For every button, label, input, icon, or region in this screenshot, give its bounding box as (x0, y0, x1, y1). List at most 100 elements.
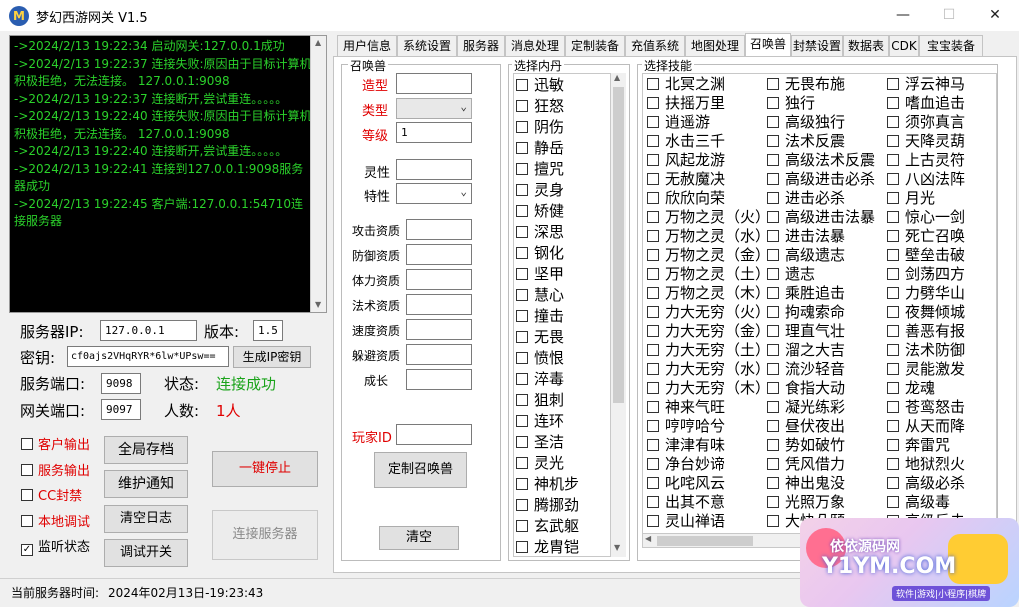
option-2[interactable]: CC封禁 (21, 485, 82, 504)
checkbox-icon[interactable] (516, 121, 528, 133)
skill-item[interactable]: 万物之灵（金） (647, 246, 770, 265)
checkbox-icon[interactable] (647, 477, 659, 489)
skill-item[interactable]: 津津有味 (647, 436, 765, 455)
checkbox-icon[interactable] (767, 496, 779, 508)
checkbox-icon[interactable] (516, 289, 528, 301)
checkbox-icon[interactable] (767, 154, 779, 166)
inner-dan-item[interactable]: 愤恨 (516, 348, 610, 369)
checkbox-icon[interactable] (647, 515, 659, 527)
skill-item[interactable]: 万物之灵（木） (647, 284, 770, 303)
aptitude-input[interactable] (406, 219, 472, 240)
skill-item[interactable]: 进击必杀 (767, 189, 885, 208)
checkbox-icon[interactable] (516, 499, 528, 511)
checkbox-icon[interactable] (647, 230, 659, 242)
skill-item[interactable]: 凝光练彩 (767, 398, 885, 417)
skill-item[interactable]: 浮云神马 (887, 75, 996, 94)
checkbox-icon[interactable] (887, 97, 899, 109)
model-input[interactable] (396, 73, 472, 94)
skill-item[interactable]: 灵山禅语 (647, 512, 765, 531)
aptitude-input[interactable] (406, 244, 472, 265)
customize-summon-button[interactable]: 定制召唤兽 (374, 452, 467, 488)
checkbox-icon[interactable] (21, 438, 33, 450)
inner-dan-list[interactable]: 迅敏 狂怒 阴伤 静岳 擅咒 灵身 矫健 深思 钢化 坚甲 慧心 撞击 无畏 愤恨 淬毒 狙刺 连环 圣洁 灵光 神机… (513, 73, 611, 557)
option-3[interactable]: 本地调试 (21, 511, 90, 530)
aptitude-input[interactable] (406, 344, 472, 365)
inner-dan-item[interactable]: 龙胄铠 (516, 537, 610, 556)
checkbox-icon[interactable] (647, 439, 659, 451)
checkbox-icon[interactable] (647, 382, 659, 394)
skill-item[interactable]: 高级进击必杀 (767, 170, 885, 189)
aptitude-input[interactable] (406, 294, 472, 315)
tab-0[interactable]: 用户信息 (337, 35, 397, 56)
checkbox-icon[interactable] (887, 325, 899, 337)
skill-item[interactable]: 北冥之渊 (647, 75, 765, 94)
skill-item[interactable]: 死亡召唤 (887, 227, 996, 246)
skill-item[interactable]: 溜之大吉 (767, 341, 885, 360)
skill-item[interactable]: 势如破竹 (767, 436, 885, 455)
skill-item[interactable]: 万物之灵（水） (647, 227, 770, 246)
checkbox-icon[interactable] (647, 287, 659, 299)
inner-dan-item[interactable]: 无畏 (516, 327, 610, 348)
checkbox-icon[interactable] (887, 173, 899, 185)
tab-7[interactable]: 召唤兽 (745, 33, 791, 57)
maintenance-button[interactable]: 维护通知 (104, 470, 188, 498)
skill-item[interactable]: 法术反震 (767, 132, 885, 151)
checkbox-icon[interactable] (516, 142, 528, 154)
inner-dan-item[interactable]: 淬毒 (516, 369, 610, 390)
checkbox-icon[interactable] (767, 97, 779, 109)
checkbox-icon[interactable] (647, 344, 659, 356)
option-0[interactable]: 客户输出 (21, 434, 90, 453)
skill-item[interactable]: 地狱烈火 (887, 455, 996, 474)
skill-item[interactable]: 叱咤风云 (647, 474, 765, 493)
tab-11[interactable]: 宝宝装备 (919, 35, 983, 56)
skill-item[interactable]: 高级进击法暴 (767, 208, 885, 227)
checkbox-icon[interactable] (516, 373, 528, 385)
inner-dan-item[interactable]: 腾挪劲 (516, 495, 610, 516)
server-port-input[interactable]: 9098 (101, 373, 141, 394)
tab-4[interactable]: 定制装备 (565, 35, 625, 56)
log-scrollbar[interactable]: ▲ ▼ (310, 36, 326, 312)
connect-server-button[interactable]: 连接服务器 (212, 510, 318, 560)
checkbox-icon[interactable] (887, 211, 899, 223)
checkbox-icon[interactable] (767, 363, 779, 375)
type-select[interactable]: ⌄ (396, 98, 472, 119)
scroll-thumb[interactable] (657, 536, 753, 546)
skill-item[interactable]: 欣欣向荣 (647, 189, 765, 208)
skill-item[interactable]: 龙魂 (887, 379, 996, 398)
skill-item[interactable]: 进击法暴 (767, 227, 885, 246)
inner-dan-item[interactable]: 圣洁 (516, 432, 610, 453)
gateway-port-input[interactable]: 9097 (101, 399, 141, 420)
skill-item[interactable]: 苍鸾怒击 (887, 398, 996, 417)
checkbox-icon[interactable] (767, 268, 779, 280)
skill-item[interactable]: 力大无穷（火） (647, 303, 770, 322)
skill-item[interactable]: 力大无穷（金） (647, 322, 770, 341)
checkbox-icon[interactable] (767, 344, 779, 356)
inner-dan-item[interactable]: 连环 (516, 411, 610, 432)
checkbox-icon[interactable] (887, 154, 899, 166)
inner-dan-item[interactable]: 狙刺 (516, 390, 610, 411)
checkbox-icon[interactable] (647, 116, 659, 128)
scroll-up-icon[interactable]: ▲ (614, 73, 620, 82)
skill-item[interactable]: 万物之灵（土） (647, 265, 770, 284)
tab-8[interactable]: 封禁设置 (791, 35, 843, 56)
inner-dan-item[interactable]: 静岳 (516, 138, 610, 159)
skill-item[interactable]: 水击三千 (647, 132, 765, 151)
checkbox-icon[interactable] (516, 436, 528, 448)
checkbox-icon[interactable] (647, 154, 659, 166)
checkbox-icon[interactable] (887, 382, 899, 394)
skill-item[interactable]: 须弥真言 (887, 113, 996, 132)
checkbox-icon[interactable] (767, 401, 779, 413)
checkbox-icon[interactable] (516, 478, 528, 490)
checkbox-icon[interactable] (887, 268, 899, 280)
skill-item[interactable]: 万物之灵（火） (647, 208, 770, 227)
version-input[interactable]: 1.5 (253, 320, 283, 341)
checkbox-icon[interactable] (887, 363, 899, 375)
checkbox-icon[interactable] (887, 192, 899, 204)
tab-1[interactable]: 系统设置 (397, 35, 457, 56)
skill-item[interactable]: 净台妙谛 (647, 455, 765, 474)
option-1[interactable]: 服务输出 (21, 460, 90, 479)
checkbox-icon[interactable] (767, 458, 779, 470)
tab-3[interactable]: 消息处理 (505, 35, 565, 56)
close-button[interactable]: ✕ (972, 0, 1018, 31)
scroll-thumb[interactable] (613, 87, 624, 403)
